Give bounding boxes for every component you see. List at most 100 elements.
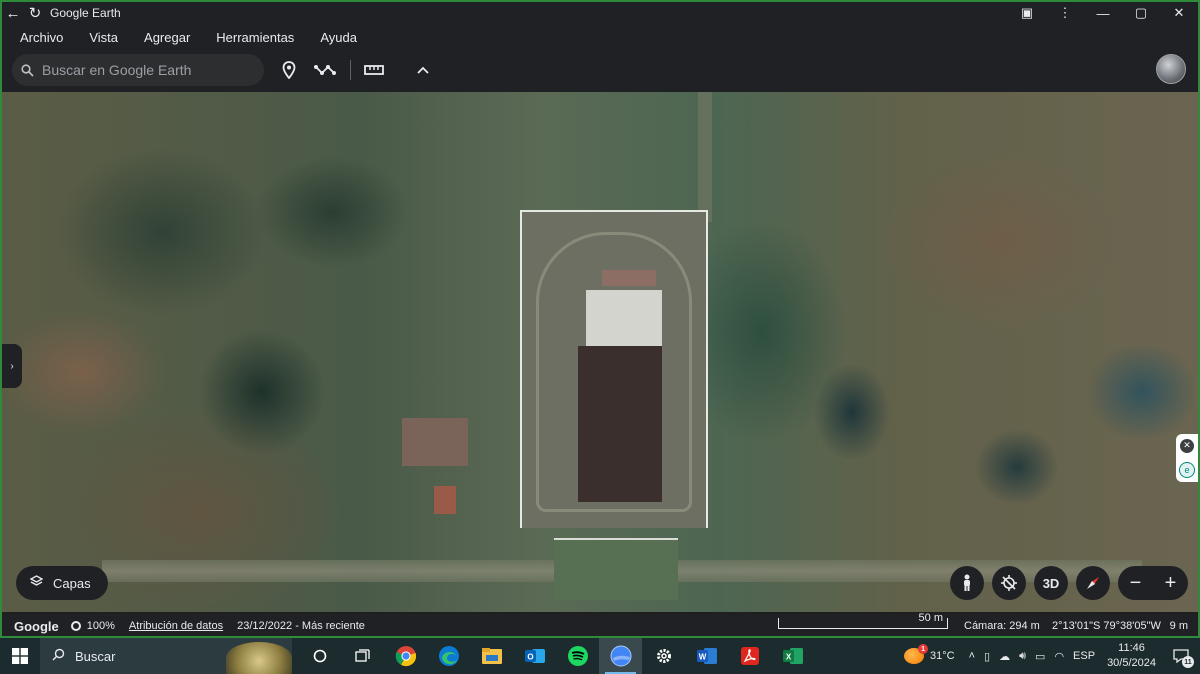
green-court: [554, 538, 678, 600]
side-panel-card[interactable]: ✕ e: [1176, 434, 1198, 482]
google-earth-app[interactable]: [599, 638, 642, 674]
settings-app[interactable]: [642, 638, 685, 674]
windows-icon: [12, 648, 28, 664]
battery-saver-icon[interactable]: ▯: [984, 650, 990, 663]
notification-count: 11: [1182, 656, 1194, 668]
left-panel-toggle[interactable]: ›: [2, 344, 22, 388]
taskbar-search[interactable]: Buscar: [40, 638, 292, 674]
status-bar: Google 100% Atribución de datos 23/12/20…: [2, 612, 1198, 636]
compass-icon: [1087, 577, 1099, 589]
google-earth-window: ← ↻ Google Earth ▣ ⋮ — ▢ ✕ Archivo Vista…: [0, 0, 1200, 638]
wifi-icon[interactable]: ◠: [1054, 650, 1064, 663]
small-house-roof: [434, 486, 456, 514]
pegman-icon: [964, 574, 970, 591]
minimize-button[interactable]: —: [1084, 2, 1122, 24]
weather-icon: 1: [904, 644, 929, 664]
compass-button[interactable]: [1076, 566, 1110, 600]
street-view-button[interactable]: [950, 566, 984, 600]
spotify-icon: [567, 646, 588, 666]
maximize-button[interactable]: ▢: [1122, 2, 1160, 24]
camera-altitude: Cámara: 294 m: [964, 620, 1040, 632]
acrobat-app[interactable]: [728, 638, 771, 674]
chrome-icon: [395, 646, 416, 667]
edge-icon: [438, 646, 459, 666]
taskbar-apps: O W X: [298, 638, 814, 674]
clock[interactable]: 11:46 30/5/2024: [1107, 641, 1156, 671]
svg-text:O: O: [527, 653, 533, 662]
word-icon: W: [696, 648, 717, 664]
spotify-app[interactable]: [556, 638, 599, 674]
volume-icon[interactable]: 🔊︎: [1019, 650, 1026, 663]
white-roof: [586, 290, 662, 346]
start-button[interactable]: [0, 638, 40, 674]
excel-app[interactable]: X: [771, 638, 814, 674]
chevron-up-icon[interactable]: [410, 58, 436, 82]
menu-ayuda[interactable]: Ayuda: [320, 30, 357, 45]
toolbar: Buscar en Google Earth: [2, 50, 1198, 92]
info-icon[interactable]: e: [1179, 461, 1195, 478]
path-icon[interactable]: [312, 58, 338, 82]
word-app[interactable]: W: [685, 638, 728, 674]
search-box[interactable]: Buscar en Google Earth: [12, 54, 264, 86]
location-button[interactable]: [992, 566, 1026, 600]
menu-vista[interactable]: Vista: [89, 30, 118, 45]
temperature: 31°C: [930, 650, 955, 662]
search-highlight-image: [226, 642, 292, 674]
layers-icon: [29, 575, 44, 591]
tray-icons: ˄ ▯ ☁ 🔊︎ ▭ ◠ ESP: [969, 650, 1095, 663]
avatar[interactable]: [1156, 54, 1186, 84]
attribution-link[interactable]: Atribución de datos: [129, 620, 223, 632]
window-title: Google Earth: [50, 6, 121, 20]
more-options-icon[interactable]: ⋮: [1046, 2, 1084, 24]
imagery-date: 23/12/2022 - Más reciente: [237, 620, 365, 632]
multitask-button[interactable]: [341, 638, 384, 674]
language-indicator[interactable]: ESP: [1073, 650, 1095, 663]
menu-agregar[interactable]: Agregar: [144, 30, 190, 45]
close-button[interactable]: ✕: [1160, 2, 1198, 24]
reload-icon[interactable]: ↻: [24, 2, 46, 24]
notification-button[interactable]: 11: [1166, 638, 1196, 674]
task-view-button[interactable]: [298, 638, 341, 674]
layers-button[interactable]: Capas: [16, 566, 108, 600]
search-icon: [12, 63, 42, 77]
dark-roof: [578, 346, 662, 502]
load-percent: 100%: [86, 620, 115, 632]
cloud-icon[interactable]: ☁: [999, 650, 1010, 663]
google-logo: Google: [14, 618, 59, 634]
system-tray: 1 31°C ˄ ▯ ☁ 🔊︎ ▭ ◠ ESP 11:46 30/5/2024 …: [904, 638, 1200, 674]
extensions-icon[interactable]: ▣: [1008, 2, 1046, 24]
loading-ring-icon: [70, 621, 81, 631]
outlook-app[interactable]: O: [513, 638, 556, 674]
menu-herramientas[interactable]: Herramientas: [216, 30, 294, 45]
zoom-out-button[interactable]: −: [1130, 572, 1142, 595]
svg-text:W: W: [698, 653, 706, 662]
search-icon: [52, 648, 65, 664]
clock-date: 30/5/2024: [1107, 657, 1156, 669]
gear-icon: [656, 649, 671, 663]
weather-widget[interactable]: 1 31°C: [904, 644, 955, 664]
edge-app[interactable]: [427, 638, 470, 674]
chrome-app[interactable]: [384, 638, 427, 674]
clock-time: 11:46: [1118, 642, 1145, 654]
weather-badge: 1: [918, 644, 929, 654]
map-path: [698, 92, 712, 222]
3d-toggle-button[interactable]: 3D: [1034, 566, 1068, 600]
ruler-icon[interactable]: [361, 58, 387, 82]
coordinates: 2°13'01"S 79°38'05"W: [1052, 620, 1161, 632]
chevron-right-icon: ›: [10, 360, 14, 372]
cortana-icon: [313, 649, 326, 663]
search-input[interactable]: Buscar en Google Earth: [42, 62, 191, 78]
satellite-map-view[interactable]: › ✕ e Capas 3D − +: [2, 92, 1198, 612]
menu-archivo[interactable]: Archivo: [20, 30, 63, 45]
back-icon[interactable]: ←: [2, 2, 24, 24]
chevron-up-icon[interactable]: ˄: [969, 650, 975, 663]
file-explorer-app[interactable]: [470, 638, 513, 674]
battery-icon[interactable]: ▭: [1035, 650, 1045, 663]
location-off-icon: [1001, 575, 1017, 591]
placemark-icon[interactable]: [276, 58, 302, 82]
zoom-control: − +: [1118, 566, 1188, 600]
excel-icon: X: [782, 648, 803, 664]
zoom-in-button[interactable]: +: [1165, 572, 1177, 595]
close-icon[interactable]: ✕: [1180, 438, 1194, 453]
window-controls: ▣ ⋮ — ▢ ✕: [1008, 2, 1198, 24]
